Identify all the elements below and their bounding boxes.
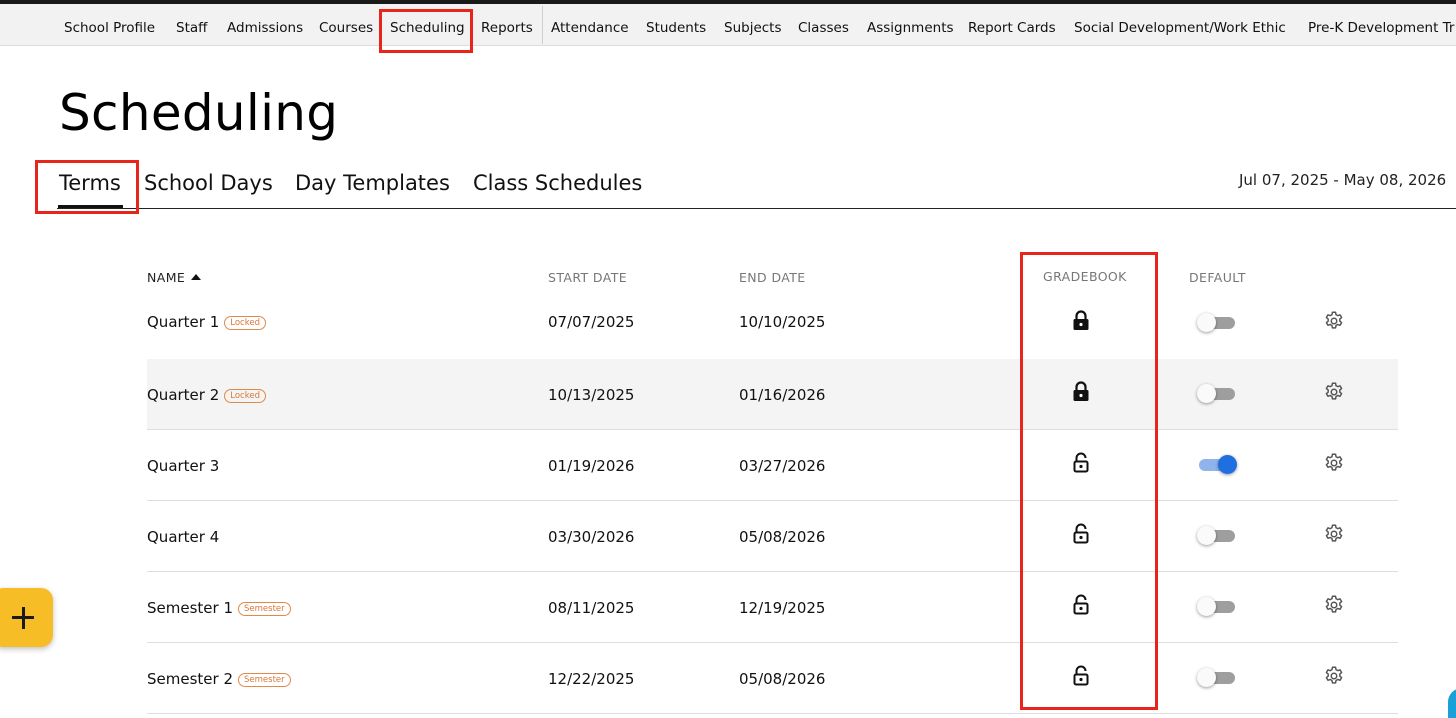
column-header-name[interactable]: NAME xyxy=(147,270,202,285)
table-row: Semester 1 Semester 08/11/2025 12/19/2025 xyxy=(147,572,1398,643)
sort-ascending-icon xyxy=(191,274,202,280)
tab-class-schedules[interactable]: Class Schedules xyxy=(473,171,642,195)
term-start-date: 10/13/2025 xyxy=(548,386,635,404)
date-range: Jul 07, 2025 - May 08, 2026 xyxy=(1239,171,1447,189)
add-term-button[interactable] xyxy=(0,588,53,647)
term-start-date: 01/19/2026 xyxy=(548,457,635,475)
default-toggle[interactable] xyxy=(1197,313,1235,332)
term-name[interactable]: Semester 1 Semester xyxy=(147,599,291,617)
nav-subjects[interactable]: Subjects xyxy=(724,4,782,45)
term-end-date: 12/19/2025 xyxy=(739,599,826,617)
term-start-date: 03/30/2026 xyxy=(548,528,635,546)
gear-icon[interactable] xyxy=(1323,381,1345,403)
table-row: Quarter 4 03/30/2026 05/08/2026 xyxy=(147,501,1398,572)
term-name-text: Quarter 4 xyxy=(147,528,220,546)
term-badge: Semester xyxy=(238,673,291,687)
default-toggle[interactable] xyxy=(1197,384,1235,403)
table-row: Quarter 3 01/19/2026 03/27/2026 xyxy=(147,430,1398,501)
term-name[interactable]: Quarter 1 Locked xyxy=(147,313,266,331)
term-badge: Semester xyxy=(238,602,291,616)
plus-icon-vertical xyxy=(21,606,25,629)
tab-school-days[interactable]: School Days xyxy=(144,171,273,195)
nav-report-cards[interactable]: Report Cards xyxy=(968,4,1056,45)
default-toggle[interactable] xyxy=(1197,597,1235,616)
tab-day-templates[interactable]: Day Templates xyxy=(295,171,450,195)
term-name-text: Quarter 3 xyxy=(147,457,220,475)
column-header-default: DEFAULT xyxy=(1189,270,1246,285)
term-name[interactable]: Semester 2 Semester xyxy=(147,670,291,688)
term-name-text: Quarter 2 xyxy=(147,386,220,404)
term-end-date: 03/27/2026 xyxy=(739,457,826,475)
gear-icon[interactable] xyxy=(1323,452,1345,474)
column-header-start-date: START DATE xyxy=(548,270,628,285)
term-name-text: Semester 1 xyxy=(147,599,233,617)
main-nav: School Profile Staff Admissions Courses … xyxy=(0,4,1456,46)
nav-staff[interactable]: Staff xyxy=(176,4,207,45)
term-name[interactable]: Quarter 4 xyxy=(147,528,219,546)
term-name-text: Quarter 1 xyxy=(147,313,220,331)
term-badge: Locked xyxy=(224,389,266,403)
table-row: Quarter 2 Locked 10/13/2025 01/16/2026 xyxy=(147,359,1398,430)
default-toggle[interactable] xyxy=(1197,526,1235,545)
nav-classes[interactable]: Classes xyxy=(798,4,849,45)
page-title: Scheduling xyxy=(59,84,339,142)
default-toggle[interactable] xyxy=(1197,668,1235,687)
help-widget[interactable] xyxy=(1448,688,1456,718)
table-row: Semester 2 Semester 12/22/2025 05/08/2026 xyxy=(147,643,1398,714)
nav-assignments[interactable]: Assignments xyxy=(867,4,954,45)
nav-students[interactable]: Students xyxy=(646,4,706,45)
term-name[interactable]: Quarter 3 xyxy=(147,457,219,475)
term-end-date: 10/10/2025 xyxy=(739,313,826,331)
nav-courses[interactable]: Courses xyxy=(319,4,373,45)
highlight-gradebook-column xyxy=(1020,252,1158,710)
default-toggle[interactable] xyxy=(1199,455,1237,474)
nav-attendance[interactable]: Attendance xyxy=(551,4,629,45)
nav-divider xyxy=(542,6,543,44)
gear-icon[interactable] xyxy=(1323,523,1345,545)
gear-icon[interactable] xyxy=(1323,665,1345,687)
term-start-date: 08/11/2025 xyxy=(548,599,635,617)
table-row: Quarter 1 Locked 07/07/2025 10/10/2025 xyxy=(147,289,1398,360)
term-start-date: 12/22/2025 xyxy=(548,670,635,688)
nav-school-profile[interactable]: School Profile xyxy=(64,4,155,45)
highlight-scheduling-nav xyxy=(379,9,473,53)
highlight-terms-tab xyxy=(35,160,139,214)
nav-admissions[interactable]: Admissions xyxy=(227,4,303,45)
nav-pre-k-development[interactable]: Pre-K Development Tr xyxy=(1308,4,1454,45)
nav-social-development[interactable]: Social Development/Work Ethic xyxy=(1074,4,1286,45)
term-name-text: Semester 2 xyxy=(147,670,233,688)
column-header-end-date: END DATE xyxy=(739,270,806,285)
nav-reports[interactable]: Reports xyxy=(481,4,533,45)
term-end-date: 05/08/2026 xyxy=(739,670,826,688)
gear-icon[interactable] xyxy=(1323,310,1345,332)
gear-icon[interactable] xyxy=(1323,594,1345,616)
term-end-date: 05/08/2026 xyxy=(739,528,826,546)
term-start-date: 07/07/2025 xyxy=(548,313,635,331)
term-end-date: 01/16/2026 xyxy=(739,386,826,404)
tabs-border xyxy=(57,208,1456,209)
term-badge: Locked xyxy=(224,316,266,330)
term-name[interactable]: Quarter 2 Locked xyxy=(147,386,266,404)
